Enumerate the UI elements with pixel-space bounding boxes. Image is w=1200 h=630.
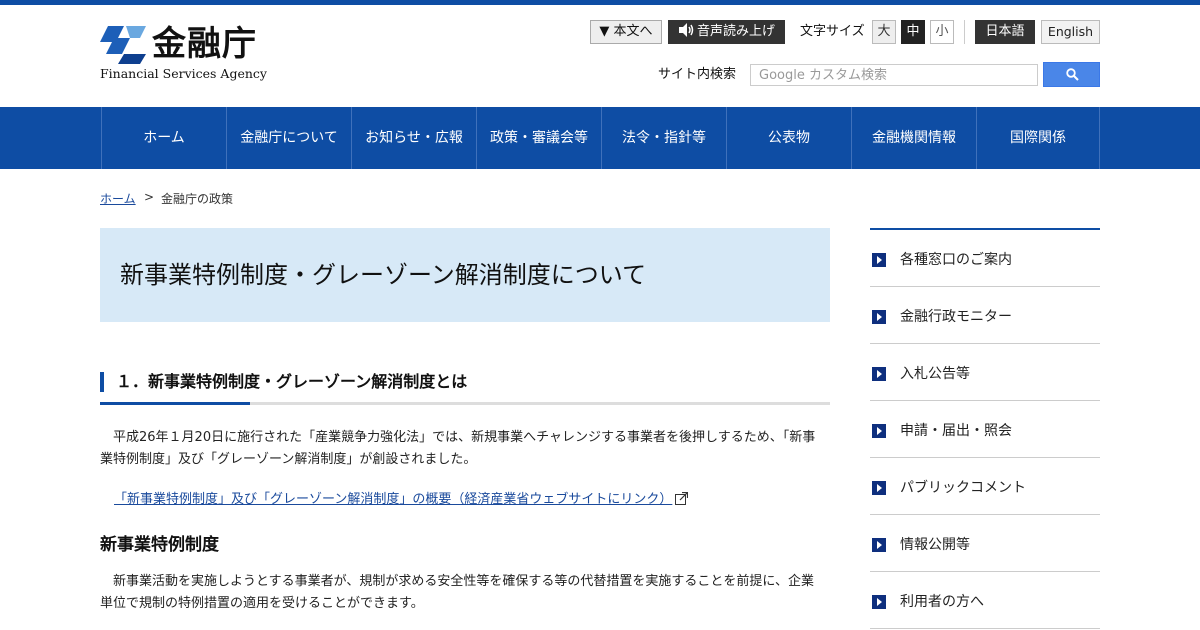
sidebar-item-label: 情報公開等 <box>900 537 970 553</box>
arrow-square-icon <box>872 595 886 609</box>
search-icon <box>1066 68 1079 81</box>
arrow-square-icon <box>872 310 886 324</box>
language-japanese-button[interactable]: 日本語 <box>975 20 1035 44</box>
top-accent-bar <box>0 0 1200 5</box>
nav-item-news[interactable]: お知らせ・広報 <box>351 107 476 169</box>
logo-english-text: Financial Services Agency <box>100 66 267 81</box>
language-english-button[interactable]: English <box>1041 20 1100 44</box>
utility-divider <box>964 20 965 44</box>
sidebar-item-label: 各種窓口のご案内 <box>900 252 1012 268</box>
font-size-small-button[interactable]: 小 <box>930 20 954 44</box>
sidebar-item-label: 申請・届出・照会 <box>900 423 1012 439</box>
sidebar-item-label: 利用者の方へ <box>900 594 984 610</box>
nav-item-international[interactable]: 国際関係 <box>976 107 1100 169</box>
breadcrumb-current: 金融庁の政策 <box>161 192 234 206</box>
sub-heading: 新事業特例制度 <box>100 535 219 555</box>
sidebar-item-label: 金融行政モニター <box>900 309 1012 325</box>
arrow-square-icon <box>872 253 886 267</box>
sidebar-item-disclosure[interactable]: 情報公開等 <box>870 515 1100 572</box>
site-search-input[interactable] <box>750 64 1038 86</box>
external-overview-link-text: 「新事業特例制度」及び「グレーゾーン解消制度」の概要（経済産業省ウェブサイトにリ… <box>114 492 673 507</box>
font-size-label: 文字サイズ <box>800 24 865 39</box>
global-navigation: ホーム 金融庁について お知らせ・広報 政策・審議会等 法令・指針等 公表物 金… <box>0 107 1200 169</box>
sidebar-item-users[interactable]: 利用者の方へ <box>870 572 1100 629</box>
nav-item-institutions[interactable]: 金融機関情報 <box>851 107 976 169</box>
section-heading-underline-accent <box>100 402 250 405</box>
sidebar-item-bidding[interactable]: 入札公告等 <box>870 344 1100 401</box>
text-to-speech-button[interactable]: 音声読み上げ <box>668 20 785 44</box>
font-size-medium-button[interactable]: 中 <box>901 20 925 44</box>
breadcrumb-separator: > <box>144 190 155 204</box>
nav-item-about[interactable]: 金融庁について <box>226 107 351 169</box>
sidebar-item-public-comment[interactable]: パブリックコメント <box>870 458 1100 515</box>
skip-to-content-button[interactable]: ▼ 本文へ <box>590 20 662 44</box>
site-search-label: サイト内検索 <box>658 67 737 82</box>
sidebar-item-monitor[interactable]: 金融行政モニター <box>870 287 1100 344</box>
section-heading: １．新事業特例制度・グレーゾーン解消制度とは <box>116 372 468 391</box>
page-title-box: 新事業特例制度・グレーゾーン解消制度について <box>100 228 830 322</box>
nav-item-home[interactable]: ホーム <box>101 107 226 169</box>
text-to-speech-label: 音声読み上げ <box>696 24 775 39</box>
nav-item-publications[interactable]: 公表物 <box>726 107 851 169</box>
site-logo[interactable]: 金融庁 Financial Services Agency <box>100 22 270 82</box>
sidebar-item-contact[interactable]: 各種窓口のご案内 <box>870 230 1100 287</box>
external-link-icon <box>675 492 689 505</box>
font-size-large-button[interactable]: 大 <box>872 20 896 44</box>
arrow-square-icon <box>872 538 886 552</box>
section-heading-accent <box>100 372 104 392</box>
external-overview-link[interactable]: 「新事業特例制度」及び「グレーゾーン解消制度」の概要（経済産業省ウェブサイトにリ… <box>114 490 689 510</box>
logo-japanese-text: 金融庁 <box>152 24 257 64</box>
sidebar-item-label: パブリックコメント <box>900 480 1026 496</box>
search-button[interactable] <box>1043 62 1100 87</box>
fsa-logo-icon <box>100 26 146 64</box>
sidebar-item-label: 入札公告等 <box>900 366 970 382</box>
arrow-square-icon <box>872 367 886 381</box>
speaker-icon <box>678 23 694 37</box>
arrow-square-icon <box>872 481 886 495</box>
section-paragraph: 平成26年１月20日に施行された「産業競争力強化法」では、新規事業へチャレンジす… <box>100 430 816 467</box>
nav-item-laws[interactable]: 法令・指針等 <box>601 107 726 169</box>
sidebar-item-applications[interactable]: 申請・届出・照会 <box>870 401 1100 458</box>
page-title: 新事業特例制度・グレーゾーン解消制度について <box>120 261 647 289</box>
nav-item-policy[interactable]: 政策・審議会等 <box>476 107 601 169</box>
arrow-square-icon <box>872 424 886 438</box>
breadcrumb-home-link[interactable]: ホーム <box>100 190 136 207</box>
sub-paragraph: 新事業活動を実施しようとする事業者が、規制が求める安全性等を確保する等の代替措置… <box>100 574 814 611</box>
